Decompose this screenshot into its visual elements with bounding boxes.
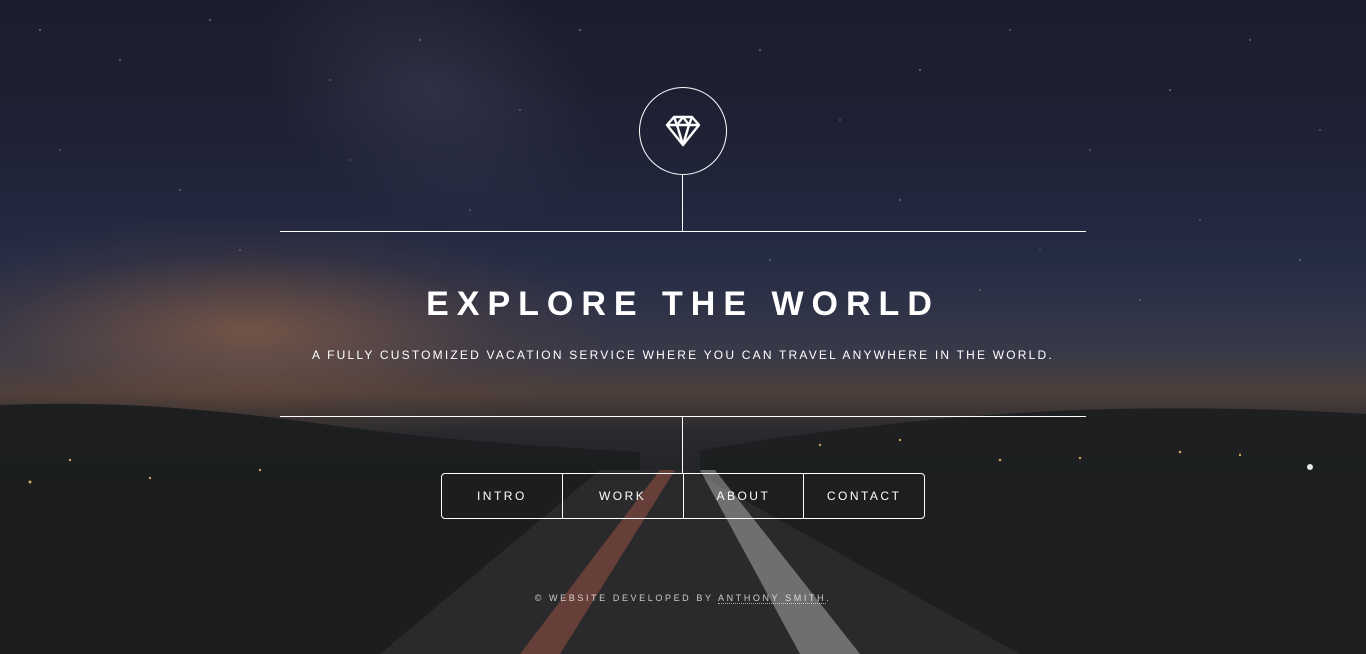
divider-vertical-top: [682, 175, 683, 231]
logo: [639, 87, 727, 175]
main-nav: INTRO WORK ABOUT CONTACT: [441, 473, 925, 519]
hills-right: [700, 408, 1366, 654]
nav-item-work[interactable]: WORK: [561, 474, 683, 518]
footer-suffix: .: [826, 593, 832, 603]
divider-horizontal-top: [280, 231, 1086, 232]
footer-credit: © WEBSITE DEVELOPED BY: [534, 593, 714, 603]
page: EXPLORE THE WORLD A FULLY CUSTOMIZED VAC…: [0, 0, 1366, 654]
nav-item-about[interactable]: ABOUT: [682, 474, 804, 518]
nav-item-intro[interactable]: INTRO: [442, 474, 562, 518]
divider-vertical-bottom: [682, 416, 683, 473]
hills-left: [0, 403, 640, 654]
nav-item-contact[interactable]: CONTACT: [803, 474, 924, 518]
milky-way: [209, 0, 651, 293]
bright-light: [1307, 464, 1313, 470]
divider-horizontal-bottom: [280, 416, 1086, 417]
page-title: EXPLORE THE WORLD: [426, 285, 940, 323]
page-subtitle: A FULLY CUSTOMIZED VACATION SERVICE WHER…: [312, 348, 1054, 362]
author-link[interactable]: ANTHONY SMITH: [718, 593, 827, 604]
horizon-glow: [0, 220, 600, 440]
footer: © WEBSITE DEVELOPED BY ANTHONY SMITH.: [280, 591, 1086, 605]
diamond-icon: [665, 115, 701, 147]
